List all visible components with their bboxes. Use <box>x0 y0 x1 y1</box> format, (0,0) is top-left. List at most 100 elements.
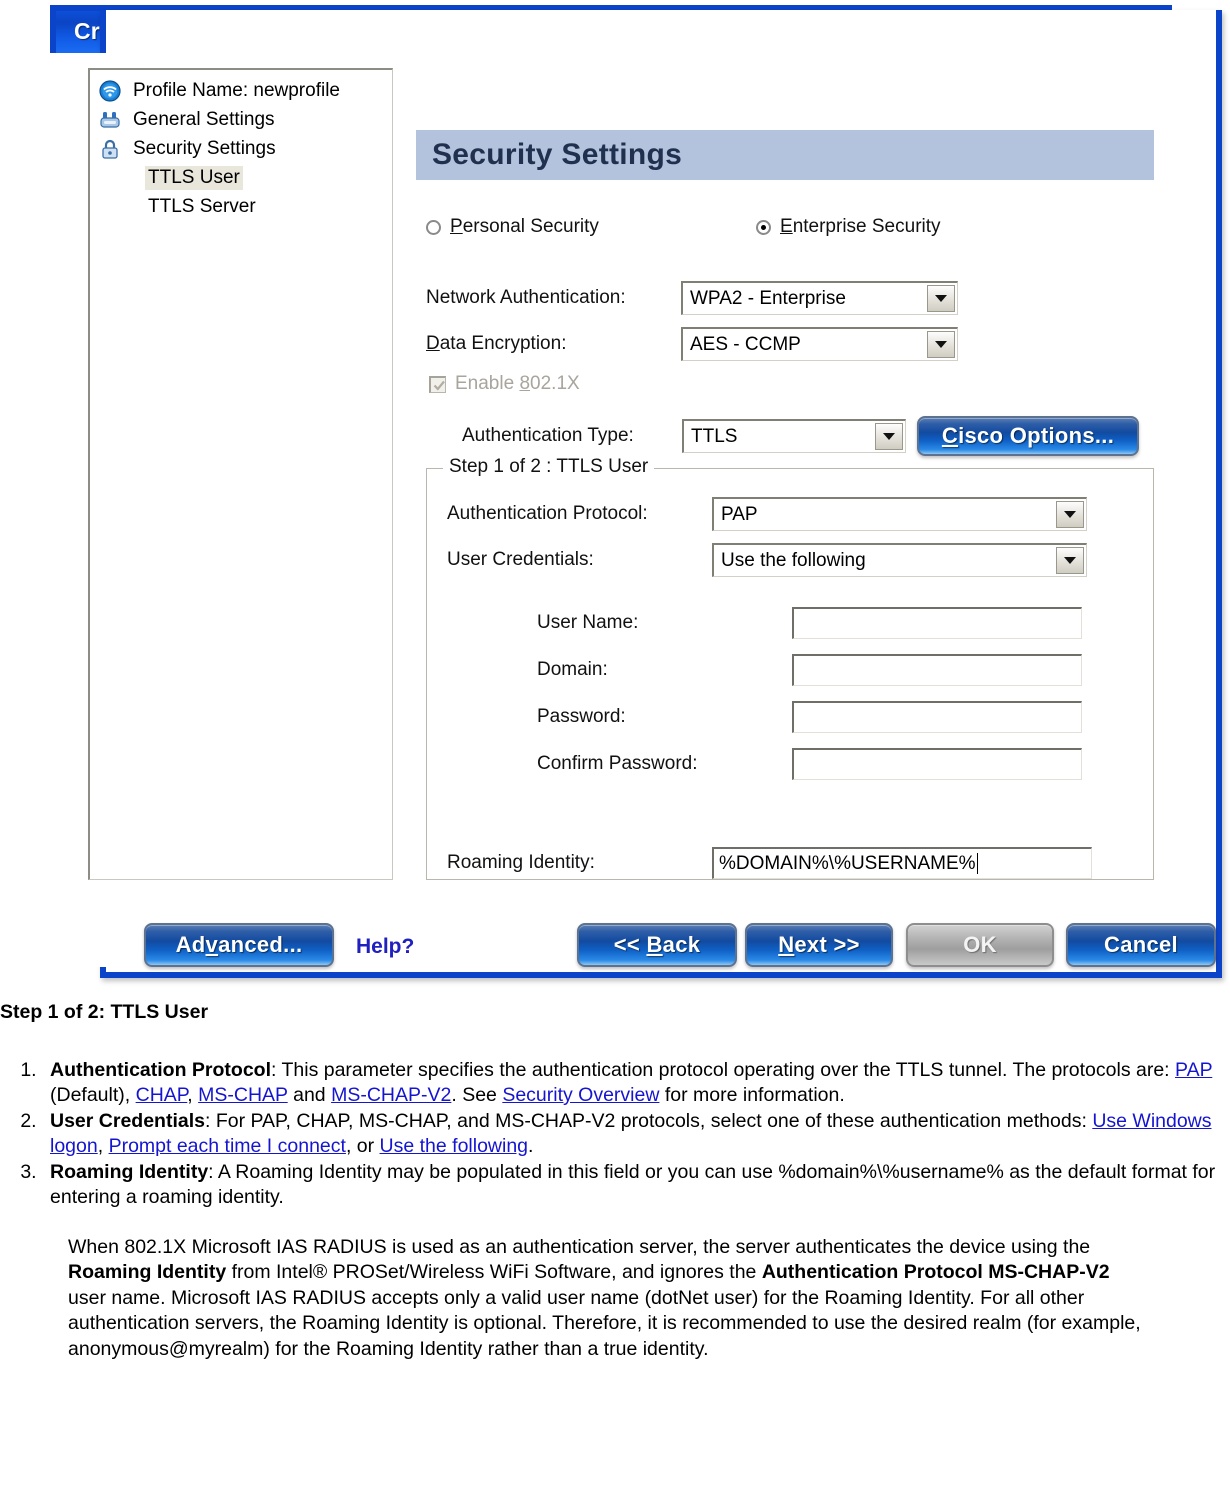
radio-indicator <box>426 219 441 235</box>
user-credentials-dropdown[interactable]: Use the following <box>712 543 1087 577</box>
cancel-button[interactable]: Cancel <box>1066 923 1216 967</box>
tree-item-ttls-server[interactable]: TTLS Server <box>90 192 392 221</box>
doc-text: from Intel® PROSet/Wireless WiFi Softwar… <box>226 1261 762 1283</box>
pane-title: Security Settings <box>432 138 683 171</box>
accel-char: E <box>780 216 793 237</box>
doc-text: : For PAP, CHAP, MS-CHAP, and MS-CHAP-V2… <box>204 1109 1093 1132</box>
link-ms-chap-v2[interactable]: MS-CHAP-V2 <box>331 1084 451 1106</box>
next-button[interactable]: Next >> <box>745 923 893 967</box>
authentication-type-dropdown[interactable]: TTLS <box>682 419 906 453</box>
link-ms-chap[interactable]: MS-CHAP <box>198 1084 288 1106</box>
roaming-identity-input[interactable]: %DOMAIN%\%USERNAME% <box>712 847 1092 879</box>
checkbox-indicator <box>429 375 446 393</box>
radio-label-rest: ersonal Security <box>462 216 599 237</box>
chevron-down-icon[interactable] <box>1056 501 1084 528</box>
ok-button: OK <box>906 923 1054 967</box>
password-input[interactable] <box>792 701 1082 733</box>
radio-personal-security[interactable]: Personal Security <box>426 216 599 238</box>
doc-term-2: User Credentials <box>50 1109 205 1132</box>
doc-text: (Default), <box>50 1084 136 1106</box>
cancel-label: Cancel <box>1104 932 1178 957</box>
doc-text: , <box>187 1084 199 1106</box>
ttls-user-groupbox: Step 1 of 2 : TTLS User Authentication P… <box>426 456 1154 880</box>
create-wifi-profile-dialog: Create WiFi Profile Prof <box>50 5 1222 978</box>
security-settings-pane: Security Settings Personal Security Ente… <box>144 68 1216 967</box>
link-pap[interactable]: PAP <box>1175 1059 1212 1081</box>
cisco-options-button[interactable]: Cisco Options... <box>917 416 1139 456</box>
field-network-authentication: Network Authentication: WPA2 - Enterpris… <box>426 281 958 315</box>
authentication-protocol-dropdown[interactable]: PAP <box>712 497 1087 531</box>
tree-item-label: Security Settings <box>133 137 276 159</box>
tree-item-label: TTLS Server <box>148 195 256 217</box>
doc-text: . <box>528 1135 534 1157</box>
padlock-icon <box>98 138 122 160</box>
radio-label: Enterprise Security <box>780 216 941 238</box>
doc-text: user name. Microsoft IAS RADIUS accepts … <box>68 1286 1141 1360</box>
field-user-credentials: User Credentials: Use the following <box>447 543 1087 577</box>
radio-enterprise-security[interactable]: Enterprise Security <box>756 216 941 238</box>
user-credentials-value: Use the following <box>721 549 866 571</box>
dialog-body: Profile Name: newprofile General Setting… <box>56 53 1216 967</box>
domain-label: Domain: <box>537 659 608 680</box>
doc-list-item-2: User Credentials: For PAP, CHAP, MS-CHAP… <box>42 1109 1230 1160</box>
doc-text: When 802.1X Microsoft IAS RADIUS is used… <box>68 1235 1091 1258</box>
tree-item-label: Profile Name: newprofile <box>133 79 340 101</box>
groupbox-legend: Step 1 of 2 : TTLS User <box>443 456 655 478</box>
user-name-input[interactable] <box>792 607 1082 639</box>
doc-text: . See <box>451 1084 503 1106</box>
field-confirm-password: Confirm Password: <box>537 748 1082 780</box>
wifi-signal-icon <box>98 79 122 102</box>
field-data-encryption: Data Encryption: AES - CCMP <box>426 327 958 361</box>
tree-item-security-settings[interactable]: Security Settings <box>90 134 392 163</box>
doc-bold-roaming-identity: Roaming Identity <box>68 1261 227 1283</box>
data-encryption-label-rest: ata Encryption: <box>439 333 567 354</box>
domain-input[interactable] <box>792 654 1082 686</box>
profile-tree-panel: Profile Name: newprofile General Setting… <box>88 68 393 880</box>
field-domain: Domain: <box>537 654 1082 686</box>
link-use-the-following[interactable]: Use the following <box>380 1135 529 1157</box>
checkbox-enable-8021x: Enable 802.1X <box>429 373 580 395</box>
pane-header: Security Settings <box>416 130 1154 180</box>
doc-list-item-1: Authentication Protocol: This parameter … <box>42 1058 1230 1109</box>
tree-item-ttls-user[interactable]: TTLS User <box>90 163 392 192</box>
cisco-options-label: Cisco Options... <box>941 423 1115 448</box>
radio-label: Personal Security <box>450 216 599 238</box>
doc-list: Authentication Protocol: This parameter … <box>0 1058 1230 1211</box>
authentication-type-label: Authentication Type: <box>462 425 634 446</box>
data-encryption-value: AES - CCMP <box>690 333 801 355</box>
doc-bold-auth-protocol: Authentication Protocol MS-CHAP-V2 <box>761 1261 1110 1283</box>
doc-term-1: Authentication Protocol <box>50 1058 271 1081</box>
user-name-label: User Name: <box>537 612 639 633</box>
chevron-down-icon[interactable] <box>1056 547 1084 574</box>
network-authentication-dropdown[interactable]: WPA2 - Enterprise <box>681 281 958 315</box>
password-label: Password: <box>537 706 626 727</box>
doc-text: : A Roaming Identity may be populated in… <box>50 1160 1216 1209</box>
doc-note-paragraph: When 802.1X Microsoft IAS RADIUS is used… <box>0 1235 1230 1363</box>
chevron-down-icon[interactable] <box>875 423 903 450</box>
data-encryption-dropdown[interactable]: AES - CCMP <box>681 327 958 361</box>
help-link[interactable]: Help? <box>356 935 414 959</box>
chevron-down-icon[interactable] <box>927 285 955 312</box>
network-authentication-value: WPA2 - Enterprise <box>690 287 846 309</box>
link-prompt-each-time[interactable]: Prompt each time I connect <box>109 1135 346 1157</box>
radio-indicator <box>756 219 771 235</box>
link-chap[interactable]: CHAP <box>136 1084 188 1106</box>
doc-text: , or <box>345 1135 380 1157</box>
link-security-overview[interactable]: Security Overview <box>502 1084 659 1106</box>
tree-item-profile-name[interactable]: Profile Name: newprofile <box>90 76 392 105</box>
advanced-button[interactable]: Advanced... <box>144 923 334 967</box>
enable-8021x-label: Enable 802.1X <box>455 373 580 394</box>
field-password: Password: <box>537 701 1082 733</box>
back-button[interactable]: << Back <box>577 923 737 967</box>
confirm-password-input[interactable] <box>792 748 1082 780</box>
tree-item-label: General Settings <box>133 108 275 130</box>
tree-item-general-settings[interactable]: General Settings <box>90 105 392 134</box>
back-label: << Back <box>613 932 701 957</box>
field-authentication-protocol: Authentication Protocol: PAP <box>447 497 1087 531</box>
chevron-down-icon[interactable] <box>927 331 955 358</box>
authentication-protocol-value: PAP <box>721 503 758 525</box>
data-encryption-label: Data Encryption: <box>426 333 676 355</box>
accel-char: D <box>426 333 440 354</box>
network-authentication-label: Network Authentication: <box>426 287 626 308</box>
field-authentication-type: Authentication Type: TTLS Cisco Options.… <box>462 416 1139 456</box>
